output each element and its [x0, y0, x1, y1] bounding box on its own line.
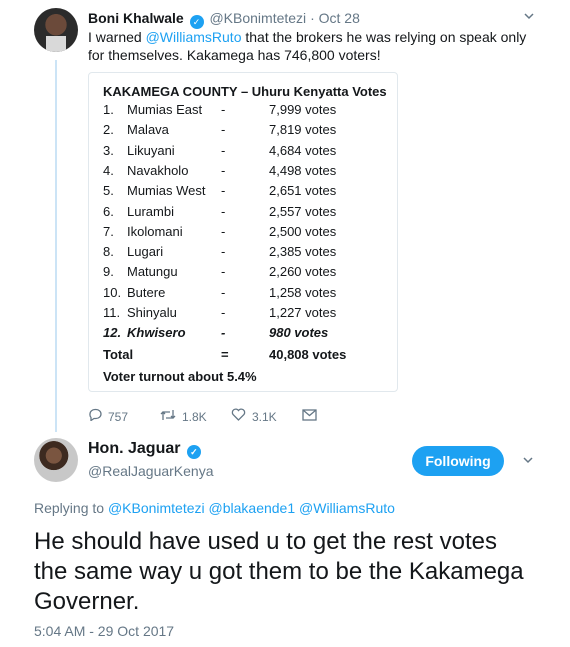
verified-badge-icon: ✓	[186, 445, 201, 459]
avatar-hon-jaguar[interactable]	[34, 438, 78, 482]
table-cell-dash: -	[221, 102, 226, 117]
table-cell-place: Shinyalu	[127, 305, 177, 320]
table-row: 9. Matungu - 2,260 votes	[103, 264, 393, 284]
table-total-row: Total = 40,808 votes	[103, 347, 347, 362]
envelope-icon	[302, 408, 317, 424]
retweet-action[interactable]: 1.8K	[160, 408, 207, 424]
table-cell-dash: -	[221, 325, 226, 341]
table-cell-dash: -	[221, 183, 226, 199]
parent-author-handle[interactable]: @KBonimtetezi	[209, 10, 306, 26]
table-row: 2. Malava - 7,819 votes	[103, 122, 393, 142]
table-cell-num: 1.	[103, 102, 114, 117]
reply-action[interactable]: 757	[88, 408, 128, 424]
table-cell-dash: -	[221, 244, 226, 260]
main-tweet-text: He should have used u to get the rest vo…	[34, 528, 524, 615]
replying-to: Replying to @KBonimtetezi @blakaende1 @W…	[34, 500, 395, 516]
reply-icon	[88, 408, 102, 424]
heart-icon	[231, 408, 246, 424]
tweet-timestamp[interactable]: 5:04 AM - 29 Oct 2017	[34, 623, 174, 639]
chevron-down-icon[interactable]	[523, 10, 537, 24]
following-button[interactable]: Following	[412, 446, 504, 476]
table-cell-votes: 4,684 votes	[269, 142, 337, 158]
table-cell-votes: 4,498 votes	[269, 162, 337, 178]
table-cell-num: 11.	[103, 305, 121, 320]
table-cell-num: 8.	[103, 244, 114, 260]
table-cell-place: Malava	[127, 122, 169, 138]
tweet-image-vote-table[interactable]: KAKAMEGA COUNTY – Uhuru Kenyatta Votes 1…	[88, 72, 398, 392]
table-row: 4. Navakholo - 4,498 votes	[103, 163, 393, 183]
table-row: 7. Ikolomani - 2,500 votes	[103, 224, 393, 244]
table-cell-votes: 7,819 votes	[269, 122, 337, 138]
mention-link[interactable]: @WilliamsRuto	[146, 29, 242, 45]
table-cell-num: 7.	[103, 223, 114, 239]
table-cell-place: Likuyani	[127, 142, 175, 158]
main-author-name-row: Hon. Jaguar ✓	[88, 440, 203, 459]
reply-mentions[interactable]: @KBonimtetezi @blakaende1 @WilliamsRuto	[108, 500, 395, 516]
voter-turnout: Voter turnout about 5.4%	[103, 369, 257, 384]
parent-tweet-time[interactable]: Oct 28	[319, 10, 360, 26]
table-cell-num: 10.	[103, 284, 122, 300]
table-cell-num: 6.	[103, 203, 114, 219]
table-cell-num: 3.	[103, 142, 114, 158]
table-cell-dash: -	[221, 122, 226, 138]
table-row: 5. Mumias West - 2,651 votes	[103, 183, 393, 203]
table-cell-num: 9.	[103, 264, 114, 280]
table-cell-dash: -	[221, 203, 226, 219]
table-cell-dash: -	[221, 162, 226, 178]
table-cell-votes: 7,999 votes	[269, 102, 337, 117]
table-cell-votes: 2,651 votes	[269, 183, 337, 199]
table-cell-num: 4.	[103, 162, 114, 178]
parent-tweet-text: I warned @WilliamsRuto that the brokers …	[88, 29, 527, 63]
verified-badge-icon: ✓	[189, 15, 204, 29]
table-row: 12. Khwisero - 980 votes	[103, 325, 393, 345]
table-cell-place: Khwisero	[127, 325, 186, 341]
parent-tweet-header: Boni Khalwale ✓ @KBonimtetezi · Oct 28	[88, 10, 360, 29]
table-cell-place: Ikolomani	[127, 223, 183, 239]
table-cell-place: Lurambi	[127, 203, 174, 219]
table-cell-votes: 2,557 votes	[269, 203, 337, 219]
table-cell-votes: 980 votes	[269, 325, 329, 341]
table-cell-dash: -	[221, 223, 226, 239]
thread-connector-line	[55, 60, 57, 432]
table-cell-dash: -	[221, 264, 226, 280]
table-cell-votes: 2,385 votes	[269, 244, 337, 260]
table-cell-num: 2.	[103, 122, 114, 138]
table-cell-votes: 1,227 votes	[269, 305, 337, 320]
table-row: 1. Mumias East - 7,999 votes	[103, 102, 393, 122]
table-cell-votes: 2,260 votes	[269, 264, 337, 280]
table-cell-num: 5.	[103, 183, 114, 199]
main-author-name[interactable]: Hon. Jaguar	[88, 440, 180, 457]
avatar-boni-khalwale[interactable]	[34, 8, 78, 52]
chevron-down-icon[interactable]	[522, 454, 534, 469]
separator-dot: ·	[310, 10, 315, 26]
table-row: 11. Shinyalu - 1,227 votes	[103, 305, 393, 325]
table-cell-num: 12.	[103, 325, 122, 341]
table-cell-place: Butere	[127, 284, 166, 300]
table-cell-place: Mumias West	[127, 183, 206, 199]
table-row: 3. Likuyani - 4,684 votes	[103, 143, 393, 163]
table-cell-votes: 2,500 votes	[269, 223, 337, 239]
parent-author-name[interactable]: Boni Khalwale	[88, 10, 184, 26]
message-action[interactable]	[302, 408, 323, 424]
retweet-icon	[160, 408, 176, 424]
like-action[interactable]: 3.1K	[231, 408, 277, 424]
table-cell-place: Matungu	[127, 264, 178, 280]
table-cell-dash: -	[221, 142, 226, 158]
table-cell-place: Lugari	[127, 244, 164, 260]
table-row: 6. Lurambi - 2,557 votes	[103, 204, 393, 224]
main-author-handle[interactable]: @RealJaguarKenya	[88, 463, 214, 479]
table-row: 8. Lugari - 2,385 votes	[103, 244, 393, 264]
table-cell-place: Mumias East	[127, 102, 203, 117]
table-title: KAKAMEGA COUNTY – Uhuru Kenyatta Votes	[103, 84, 387, 99]
table-cell-dash: -	[221, 284, 226, 300]
table-row: 10. Butere - 1,258 votes	[103, 285, 393, 305]
table-cell-votes: 1,258 votes	[269, 284, 337, 300]
table-cell-dash: -	[221, 305, 226, 320]
table-cell-place: Navakholo	[127, 162, 189, 178]
